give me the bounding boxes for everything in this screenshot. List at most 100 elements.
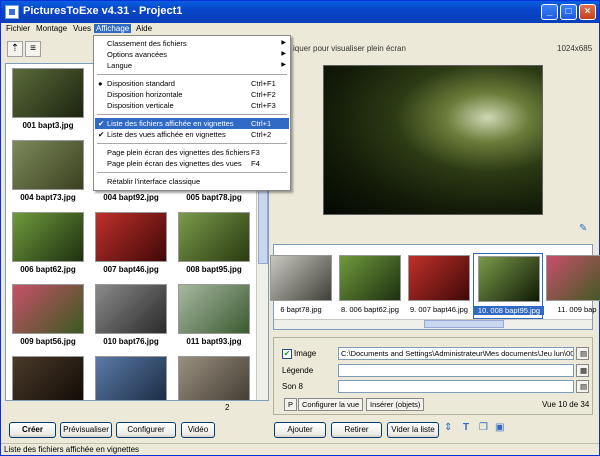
- folder-up-icon[interactable]: ⇡: [7, 41, 23, 57]
- left-panel-count: 2: [225, 403, 230, 412]
- menu-item-mark: ✔: [98, 130, 105, 139]
- p-button[interactable]: P: [284, 398, 298, 411]
- app-window: PicturesToExe v4.31 - Project1 _ □ × Fic…: [0, 0, 600, 456]
- file-thumbnail[interactable]: 011 bapt93.jpg: [174, 282, 254, 350]
- file-thumbnail[interactable]: 010 bapt76.jpg: [91, 282, 171, 350]
- menu-item[interactable]: Options avancées ▶: [95, 49, 289, 60]
- slide-label: 11. 009 bap: [557, 305, 597, 314]
- menu-item-label: Disposition standard: [107, 79, 175, 88]
- thumbnail-image: [95, 212, 167, 262]
- image-checkbox[interactable]: ✔: [282, 349, 292, 359]
- maximize-button[interactable]: □: [560, 4, 577, 20]
- slide-image: [546, 255, 600, 301]
- son-label: Son 8: [282, 382, 303, 391]
- configure-slide-button[interactable]: Configurer la vue: [298, 398, 364, 411]
- son-field[interactable]: [338, 380, 574, 393]
- menu-item[interactable]: Rétablir l'interface classique: [95, 176, 289, 187]
- file-thumbnail[interactable]: 006 bapt62.jpg: [8, 210, 88, 278]
- menu-item[interactable]: ✔ Liste des vues affichée en vignettes Ctr…: [95, 129, 289, 140]
- thumbnail-label: 011 bapt93.jpg: [186, 337, 242, 346]
- menu-item-shortcut: Ctrl+F1: [251, 79, 276, 88]
- menu-item[interactable]: Classement des fichiers ▶: [95, 38, 289, 49]
- menu-item[interactable]: Page plein écran des vignettes des vues F…: [95, 158, 289, 169]
- configure-button[interactable]: Configurer: [116, 422, 176, 438]
- menu-separator: [97, 143, 287, 144]
- thumbnail-label: 004 bapt92.jpg: [103, 193, 159, 202]
- copy-icon[interactable]: ❐: [479, 422, 488, 433]
- minimize-button[interactable]: _: [541, 4, 558, 20]
- menu-vues[interactable]: Vues: [71, 24, 93, 33]
- slide-strip[interactable]: 11. 009 bap 10. 008 bapt95.jpg 9. 007 bapt…: [270, 244, 600, 330]
- menu-item-shortcut: Ctrl+F3: [251, 101, 276, 110]
- folder-tree-icon[interactable]: ≡: [25, 41, 41, 57]
- thumbnail-label: 010 bapt76.jpg: [103, 337, 159, 346]
- file-thumbnail[interactable]: [8, 354, 88, 400]
- file-thumbnail[interactable]: 001 bapt3.jpg: [8, 66, 88, 134]
- menu-bar: Fichier Montage Vues Affichage Aide: [1, 23, 599, 37]
- legende-field[interactable]: [338, 364, 574, 377]
- thumbnail-image: [12, 68, 84, 118]
- thumbnail-label: 008 bapt95.jpg: [186, 265, 242, 274]
- file-thumbnail[interactable]: 004 bapt73.jpg: [8, 138, 88, 206]
- thumbnail-label: 001 bapt3.jpg: [22, 121, 74, 130]
- title-bar[interactable]: PicturesToExe v4.31 - Project1 _ □ ×: [1, 1, 599, 23]
- menu-item-label: Liste des vues affichée en vignettes: [107, 130, 226, 139]
- remove-button[interactable]: Retirer: [331, 422, 382, 438]
- son-browse-icon[interactable]: ▤: [576, 380, 589, 393]
- image-path-field[interactable]: C:\Documents and Settings\Administrateur…: [338, 347, 574, 360]
- insert-objects-button[interactable]: Insérer (objets): [366, 398, 425, 411]
- menu-montage[interactable]: Montage: [34, 24, 69, 33]
- menu-item[interactable]: Disposition horizontale Ctrl+F2: [95, 89, 289, 100]
- text-icon[interactable]: T: [463, 422, 469, 433]
- menu-item-shortcut: Ctrl+2: [251, 130, 272, 139]
- menu-item-shortcut: Ctrl+F2: [251, 90, 276, 99]
- menu-aide[interactable]: Aide: [134, 24, 154, 33]
- slide-image: [270, 255, 332, 301]
- preview-image[interactable]: [323, 65, 543, 215]
- menu-item[interactable]: Disposition verticale Ctrl+F3: [95, 100, 289, 111]
- menu-item[interactable]: ✔ Liste des fichiers affichée en vignette…: [95, 118, 289, 129]
- menu-item-shortcut: F4: [251, 159, 260, 168]
- slide-image: [339, 255, 401, 301]
- thumbnail-image: [178, 356, 250, 400]
- create-button[interactable]: Créer: [9, 422, 56, 438]
- menu-fichier[interactable]: Fichier: [4, 24, 32, 33]
- file-thumbnail[interactable]: 008 bapt95.jpg: [174, 210, 254, 278]
- close-button[interactable]: ×: [579, 4, 596, 20]
- h-scrollbar-thumb[interactable]: [424, 320, 504, 328]
- file-thumbnail[interactable]: 009 bapt56.jpg: [8, 282, 88, 350]
- menu-affichage[interactable]: Affichage: [94, 24, 132, 33]
- submenu-arrow-icon: ▶: [281, 51, 286, 57]
- legende-label: Légende: [282, 366, 314, 375]
- affichage-dropdown: Classement des fichiers ▶ Options avancées…: [93, 35, 291, 191]
- image-edit-icon[interactable]: ▣: [495, 422, 504, 433]
- clear-list-button[interactable]: Vider la liste: [387, 422, 439, 438]
- video-button[interactable]: Vidéo: [181, 422, 215, 438]
- menu-item-label: Liste des fichiers affichée en vignettes: [107, 119, 234, 128]
- thumbnail-label: 007 bapt46.jpg: [103, 265, 159, 274]
- thumbnail-image: [12, 212, 84, 262]
- menu-item-mark: ✔: [98, 119, 105, 128]
- legende-edit-icon[interactable]: ▦: [576, 364, 589, 377]
- add-button[interactable]: Ajouter: [274, 422, 326, 438]
- preview-button[interactable]: Prévisualiser: [60, 422, 112, 438]
- edit-icon[interactable]: ✎: [579, 223, 587, 234]
- menu-item[interactable]: Langue ▶: [95, 60, 289, 71]
- slide-thumbnail[interactable]: 9. 007 bapt46.jpg: [404, 253, 474, 319]
- menu-item[interactable]: Page plein écran des vignettes des fichi…: [95, 147, 289, 158]
- slide-thumbnail[interactable]: 11. 009 bap: [542, 253, 600, 319]
- file-thumbnail[interactable]: [174, 354, 254, 400]
- slide-thumbnail[interactable]: 6 bapt78.jpg: [266, 253, 336, 319]
- slide-thumbnail[interactable]: 8. 006 bapt62.jpg: [335, 253, 405, 319]
- scrollbar-thumb[interactable]: [258, 184, 268, 264]
- menu-item-label: Langue: [107, 61, 133, 70]
- slide-label: 10. 008 bapt95.jpg: [474, 306, 544, 315]
- file-thumbnail[interactable]: 007 bapt46.jpg: [91, 210, 171, 278]
- slide-thumbnail[interactable]: 10. 008 bapt95.jpg: [473, 253, 544, 319]
- image-browse-icon[interactable]: ▤: [576, 347, 589, 360]
- menu-item[interactable]: ● Disposition standard Ctrl+F1: [95, 78, 289, 89]
- move-updown-icon[interactable]: ⇕: [444, 422, 452, 433]
- menu-separator: [97, 172, 287, 173]
- horizontal-scrollbar[interactable]: [274, 319, 592, 329]
- file-thumbnail[interactable]: [91, 354, 171, 400]
